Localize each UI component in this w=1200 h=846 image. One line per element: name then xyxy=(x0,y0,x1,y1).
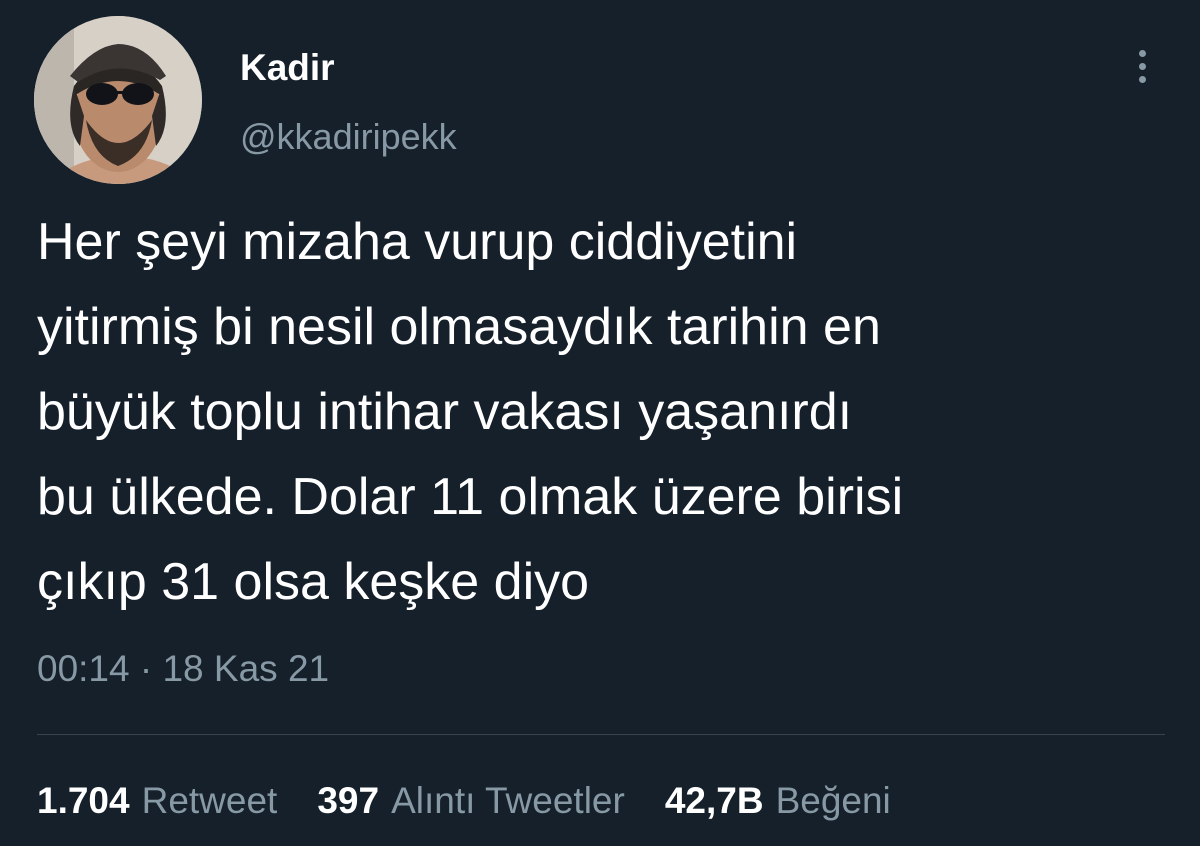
tweet-timestamp[interactable]: 00:14 · 18 Kas 21 xyxy=(37,646,329,692)
tweet-text-line: Her şeyi mizaha vurup ciddiyetini xyxy=(37,213,798,271)
more-options-button[interactable] xyxy=(1122,40,1162,92)
more-vertical-icon xyxy=(1138,49,1146,57)
more-vertical-icon xyxy=(1138,62,1146,70)
avatar[interactable] xyxy=(34,16,202,184)
likes-label: Beğeni xyxy=(775,780,891,821)
tweet-date: 18 Kas 21 xyxy=(162,648,330,689)
author-handle[interactable]: @kkadiripekk xyxy=(240,116,457,158)
quotes-label: Alıntı Tweetler xyxy=(391,780,625,821)
tweet-text-line: çıkıp 31 olsa keşke diyo xyxy=(37,553,590,611)
author-display-name[interactable]: Kadir xyxy=(240,46,335,90)
tweet-stats: 1.704 Retweet 397 Alıntı Tweetler 42,7B … xyxy=(37,778,891,824)
tweet-card: Kadir @kkadiripekk Her şeyi mizaha vurup… xyxy=(0,0,1200,846)
tweet-text-line: bu ülkede. Dolar 11 olmak üzere birisi xyxy=(37,468,904,526)
tweet-time: 00:14 xyxy=(37,648,130,689)
more-vertical-icon xyxy=(1138,75,1146,83)
quotes-count: 397 xyxy=(317,780,380,821)
timestamp-separator: · xyxy=(139,648,153,689)
retweets-label: Retweet xyxy=(141,780,278,821)
retweets-count: 1.704 xyxy=(37,780,130,821)
quotes-stat[interactable]: 397 Alıntı Tweetler xyxy=(317,778,625,824)
likes-count: 42,7B xyxy=(664,780,764,821)
likes-stat[interactable]: 42,7B Beğeni xyxy=(665,778,891,824)
tweet-text: Her şeyi mizaha vurup ciddiyetini yitirm… xyxy=(37,200,1167,625)
tweet-text-line: yitirmiş bi nesil olmasaydık tarihin en xyxy=(37,298,881,356)
retweets-stat[interactable]: 1.704 Retweet xyxy=(37,778,277,824)
tweet-text-line: büyük toplu intihar vakası yaşanırdı xyxy=(37,383,853,441)
avatar-image xyxy=(34,16,202,184)
divider xyxy=(37,734,1165,735)
